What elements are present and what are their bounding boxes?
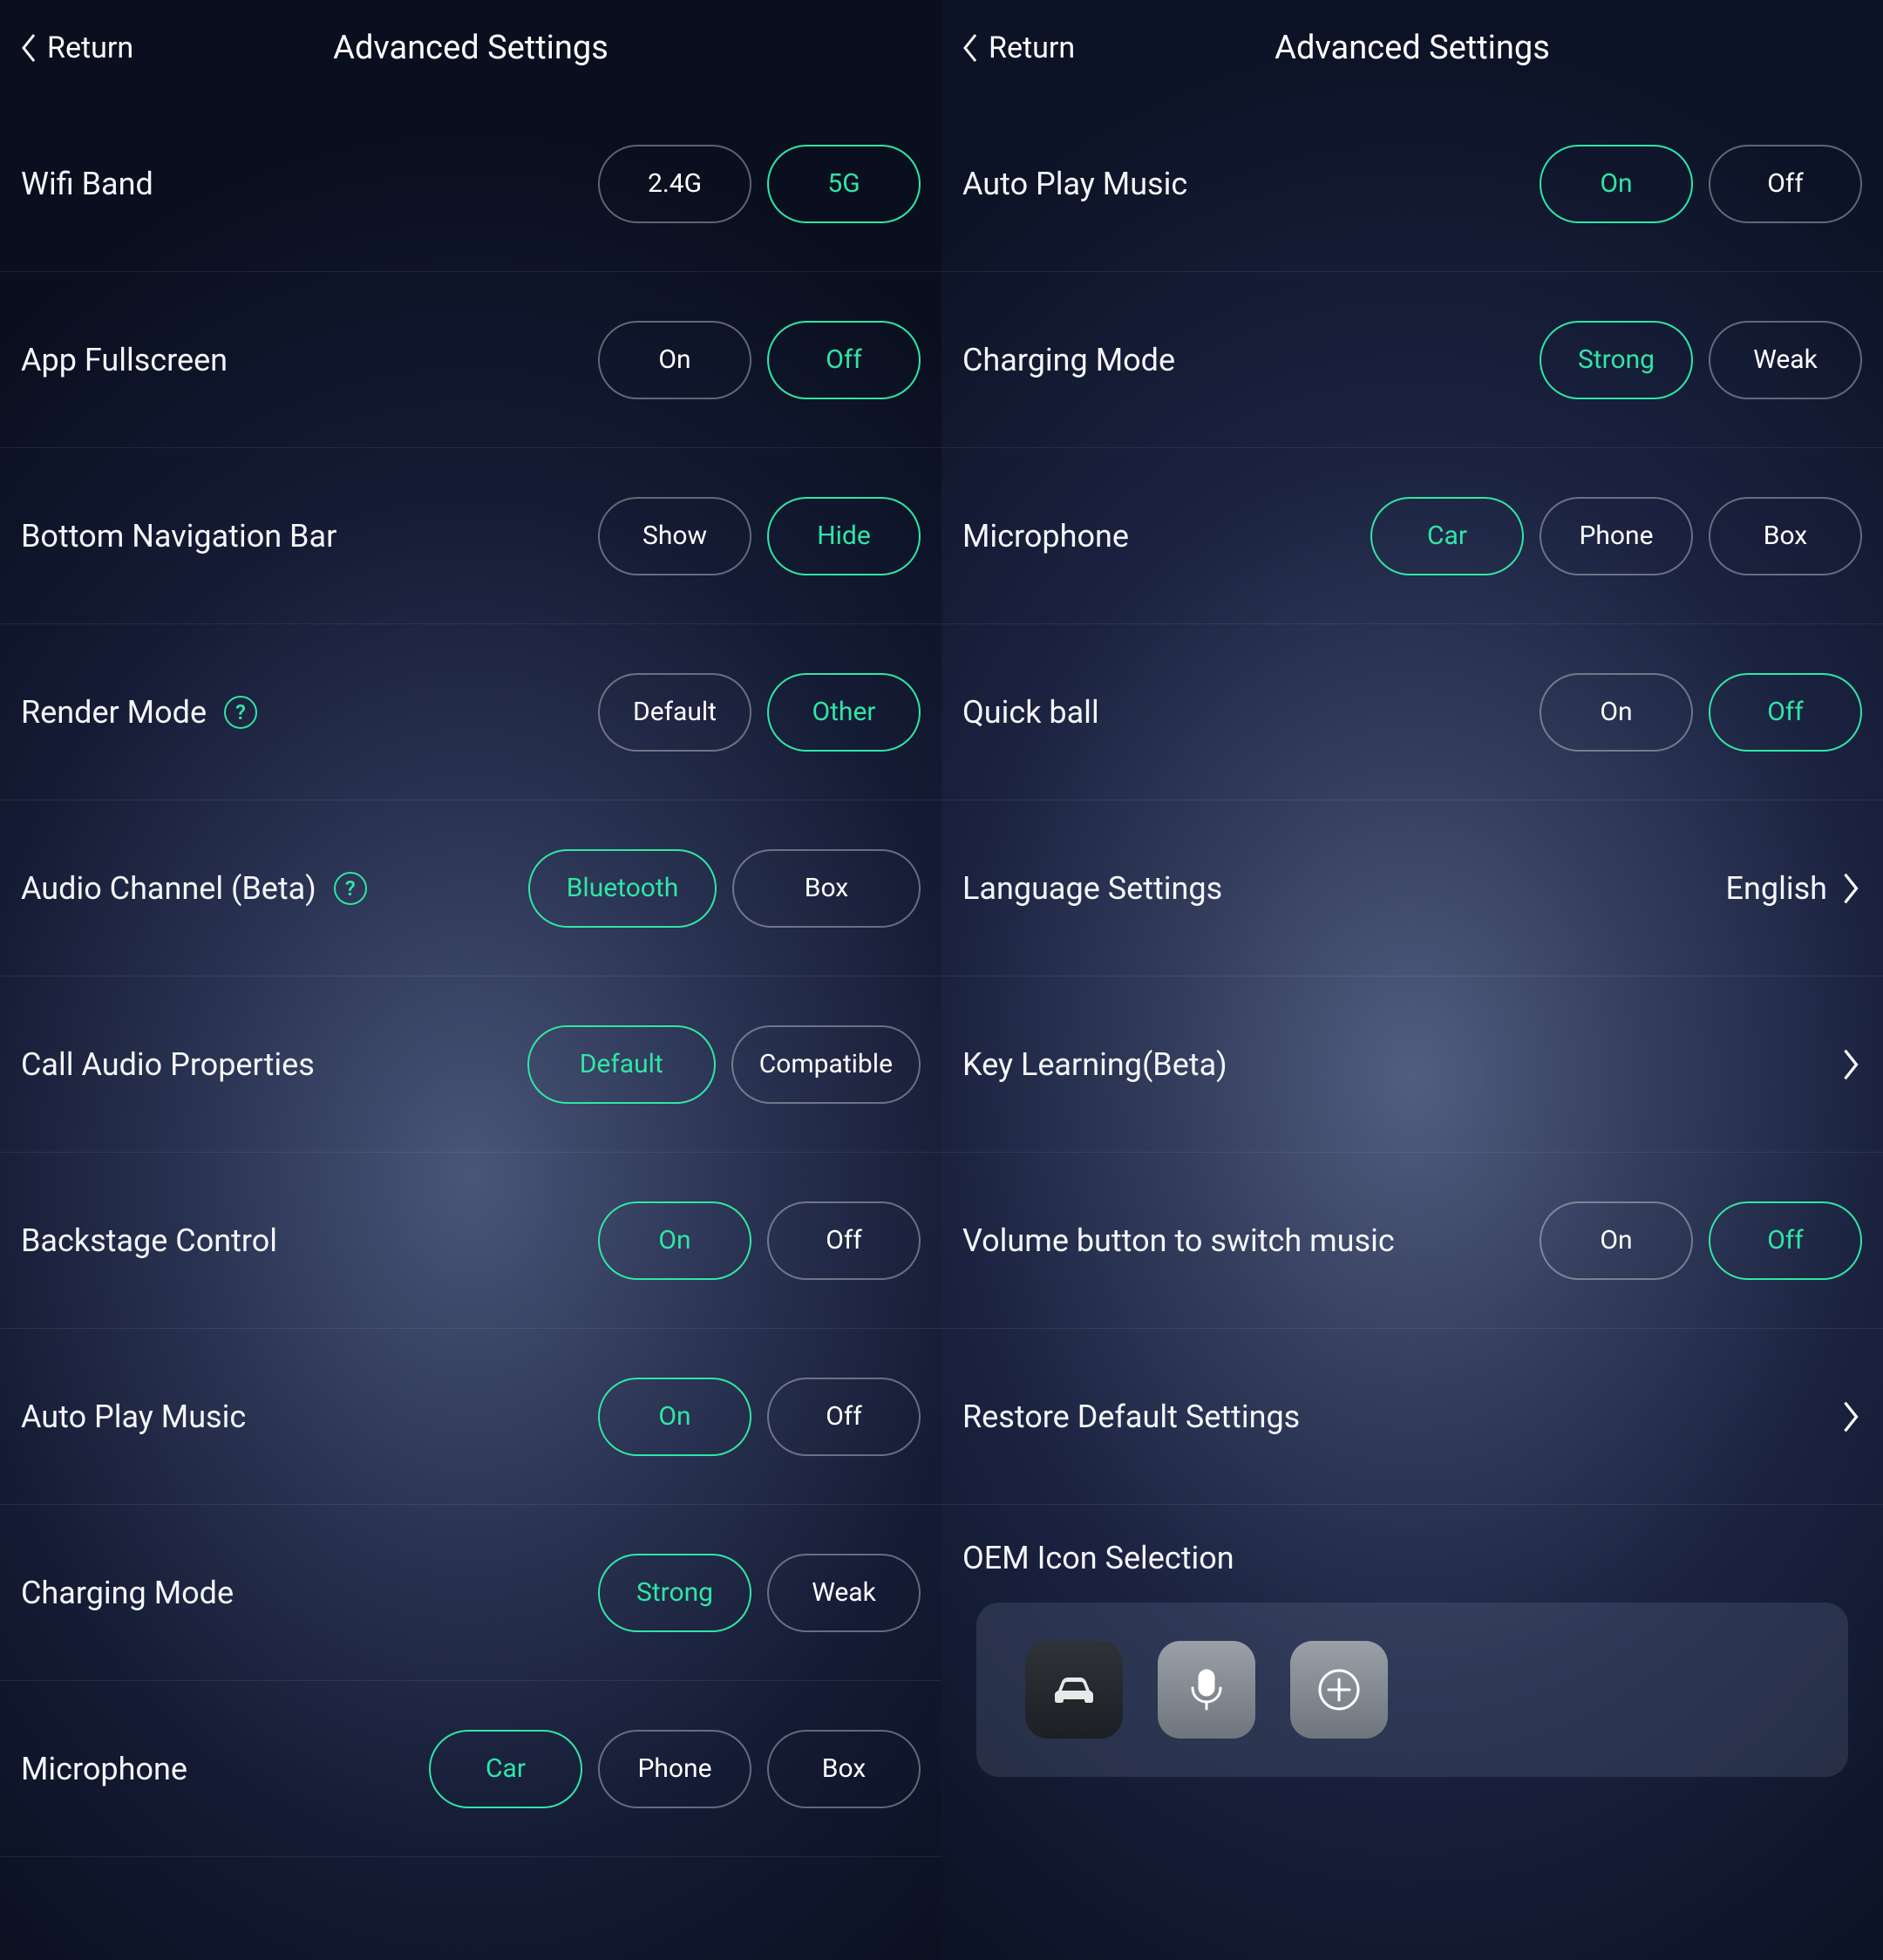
setting-label: App Fullscreen bbox=[21, 342, 228, 378]
option-box[interactable]: Box bbox=[1709, 497, 1862, 575]
setting-row-charging-mode: Charging Mode StrongWeak bbox=[942, 272, 1883, 448]
setting-label: Render Mode bbox=[21, 694, 207, 731]
setting-label: Auto Play Music bbox=[21, 1399, 246, 1435]
return-button[interactable]: Return bbox=[959, 31, 1075, 65]
settings-list-right: Auto Play MusicOnOffCharging ModeStrongW… bbox=[942, 96, 1883, 800]
option-off[interactable]: Off bbox=[767, 321, 921, 399]
setting-label: Call Audio Properties bbox=[21, 1046, 315, 1083]
option-default[interactable]: Default bbox=[598, 673, 751, 752]
return-button[interactable]: Return bbox=[17, 31, 133, 65]
option-bluetooth[interactable]: Bluetooth bbox=[528, 849, 717, 928]
option-hide[interactable]: Hide bbox=[767, 497, 921, 575]
setting-row-bottom-navigation-bar: Bottom Navigation Bar ShowHide bbox=[0, 448, 942, 624]
settings-list-left: Wifi Band2.4G5GApp FullscreenOnOffBottom… bbox=[0, 96, 942, 1857]
setting-row-quick-ball: Quick ball OnOff bbox=[942, 624, 1883, 800]
option-default[interactable]: Default bbox=[527, 1025, 716, 1104]
oem-icon-car[interactable] bbox=[1025, 1641, 1123, 1739]
volume-switch-label: Volume button to switch music bbox=[962, 1222, 1395, 1259]
key-learning-row[interactable]: Key Learning(Beta) bbox=[942, 977, 1883, 1153]
option-box[interactable]: Box bbox=[767, 1730, 921, 1808]
option-off[interactable]: Off bbox=[1709, 1201, 1862, 1280]
option-off[interactable]: Off bbox=[1709, 145, 1862, 223]
setting-row-app-fullscreen: App Fullscreen OnOff bbox=[0, 272, 942, 448]
option-car[interactable]: Car bbox=[1370, 497, 1524, 575]
setting-label: Microphone bbox=[21, 1751, 187, 1787]
setting-row-backstage-control: Backstage Control OnOff bbox=[0, 1153, 942, 1329]
option-on[interactable]: On bbox=[1540, 673, 1693, 752]
option-off[interactable]: Off bbox=[767, 1378, 921, 1456]
setting-row-auto-play-music: Auto Play Music OnOff bbox=[0, 1329, 942, 1505]
setting-label: Quick ball bbox=[962, 694, 1099, 731]
car-icon bbox=[1046, 1662, 1102, 1718]
page-title: Advanced Settings bbox=[333, 29, 608, 67]
mic-icon bbox=[1179, 1662, 1234, 1718]
chevron-left-icon bbox=[17, 32, 40, 64]
setting-row-auto-play-music: Auto Play Music OnOff bbox=[942, 96, 1883, 272]
setting-label: Microphone bbox=[962, 518, 1129, 555]
setting-label: Bottom Navigation Bar bbox=[21, 518, 336, 555]
option-car[interactable]: Car bbox=[429, 1730, 582, 1808]
option-other[interactable]: Other bbox=[767, 673, 921, 752]
help-icon[interactable]: ? bbox=[224, 696, 257, 729]
option-strong[interactable]: Strong bbox=[598, 1554, 751, 1632]
settings-panel-left: Return Advanced Settings Wifi Band 2.4G5G… bbox=[0, 0, 942, 1960]
setting-row-wifi-band: Wifi Band 2.4G5G bbox=[0, 96, 942, 272]
option-on[interactable]: On bbox=[598, 321, 751, 399]
oem-icon-mic[interactable] bbox=[1158, 1641, 1255, 1739]
setting-row-charging-mode: Charging Mode StrongWeak bbox=[0, 1505, 942, 1681]
setting-row-call-audio-properties: Call Audio Properties DefaultCompatible bbox=[0, 977, 942, 1153]
option-on[interactable]: On bbox=[1540, 145, 1693, 223]
setting-row-microphone: Microphone CarPhoneBox bbox=[0, 1681, 942, 1857]
restore-defaults-row[interactable]: Restore Default Settings bbox=[942, 1329, 1883, 1505]
option-weak[interactable]: Weak bbox=[767, 1554, 921, 1632]
option-5g[interactable]: 5G bbox=[767, 145, 921, 223]
option-phone[interactable]: Phone bbox=[598, 1730, 751, 1808]
setting-row-render-mode: Render Mode? DefaultOther bbox=[0, 624, 942, 800]
option-strong[interactable]: Strong bbox=[1540, 321, 1693, 399]
key-learning-label: Key Learning(Beta) bbox=[962, 1046, 1227, 1083]
option-show[interactable]: Show bbox=[598, 497, 751, 575]
oem-icon-add[interactable] bbox=[1290, 1641, 1388, 1739]
chevron-right-icon bbox=[1839, 870, 1862, 907]
setting-label: Charging Mode bbox=[21, 1575, 234, 1611]
language-value: English bbox=[1726, 870, 1827, 907]
option-weak[interactable]: Weak bbox=[1709, 321, 1862, 399]
setting-label: Charging Mode bbox=[962, 342, 1175, 378]
chevron-right-icon bbox=[1839, 1046, 1862, 1083]
setting-row-audio-channel-beta: Audio Channel (Beta)? BluetoothBox bbox=[0, 800, 942, 977]
option-on[interactable]: On bbox=[598, 1201, 751, 1280]
option-2-4g[interactable]: 2.4G bbox=[598, 145, 751, 223]
option-box[interactable]: Box bbox=[732, 849, 921, 928]
return-label: Return bbox=[47, 31, 133, 65]
return-label: Return bbox=[989, 31, 1075, 65]
option-off[interactable]: Off bbox=[767, 1201, 921, 1280]
page-title: Advanced Settings bbox=[1275, 29, 1550, 67]
chevron-right-icon bbox=[1839, 1399, 1862, 1435]
option-phone[interactable]: Phone bbox=[1540, 497, 1693, 575]
language-label: Language Settings bbox=[962, 870, 1222, 907]
setting-row-microphone: Microphone CarPhoneBox bbox=[942, 448, 1883, 624]
oem-icon-panel bbox=[976, 1603, 1848, 1777]
restore-label: Restore Default Settings bbox=[962, 1399, 1300, 1435]
setting-label: Auto Play Music bbox=[962, 166, 1187, 202]
setting-label: Audio Channel (Beta) bbox=[21, 870, 316, 907]
option-on[interactable]: On bbox=[598, 1378, 751, 1456]
plus-icon bbox=[1311, 1662, 1367, 1718]
language-settings-row[interactable]: Language Settings English bbox=[942, 800, 1883, 977]
chevron-left-icon bbox=[959, 32, 982, 64]
setting-label: Wifi Band bbox=[21, 166, 153, 202]
setting-label: Backstage Control bbox=[21, 1222, 277, 1259]
option-off[interactable]: Off bbox=[1709, 673, 1862, 752]
volume-switch-row: Volume button to switch music OnOff bbox=[942, 1153, 1883, 1329]
header: Return Advanced Settings bbox=[0, 0, 942, 96]
oem-section-label: OEM Icon Selection bbox=[942, 1505, 1883, 1603]
option-compatible[interactable]: Compatible bbox=[731, 1025, 921, 1104]
header: Return Advanced Settings bbox=[942, 0, 1883, 96]
option-on[interactable]: On bbox=[1540, 1201, 1693, 1280]
settings-panel-right: Return Advanced Settings Auto Play Music… bbox=[942, 0, 1883, 1960]
help-icon[interactable]: ? bbox=[334, 872, 367, 905]
